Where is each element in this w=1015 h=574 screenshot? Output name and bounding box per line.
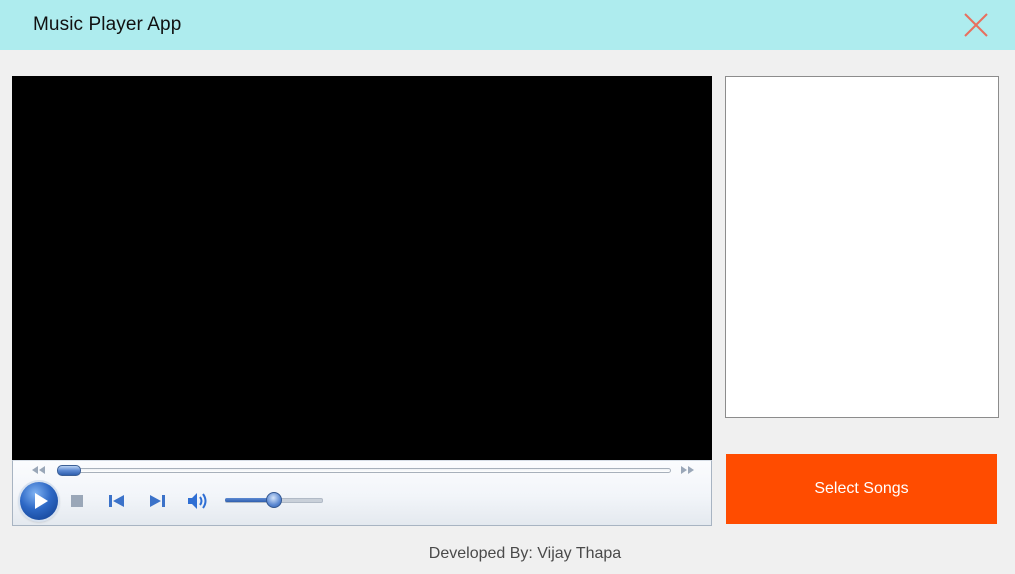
volume-thumb[interactable]	[266, 492, 282, 508]
select-songs-button[interactable]: Select Songs	[726, 454, 997, 524]
seek-bar[interactable]	[61, 468, 671, 473]
play-button[interactable]	[20, 482, 58, 520]
seek-thumb[interactable]	[57, 465, 81, 476]
developer-credit: Developed By: Vijay Thapa	[428, 545, 622, 562]
play-icon	[35, 493, 48, 509]
media-player-controls	[12, 460, 712, 526]
stop-icon[interactable]	[71, 495, 83, 507]
title-bar: Music Player App	[0, 0, 1015, 50]
skip-next-icon[interactable]	[149, 494, 165, 508]
app-title: Music Player App	[33, 14, 182, 35]
close-button[interactable]	[958, 7, 994, 43]
skip-previous-icon[interactable]	[109, 494, 125, 508]
close-icon	[964, 13, 988, 37]
seek-rewind-icon[interactable]	[31, 465, 47, 475]
media-player-screen[interactable]	[12, 76, 712, 460]
seek-forward-icon[interactable]	[679, 465, 695, 475]
speaker-icon[interactable]	[187, 491, 209, 511]
playlist-box[interactable]	[725, 76, 999, 418]
